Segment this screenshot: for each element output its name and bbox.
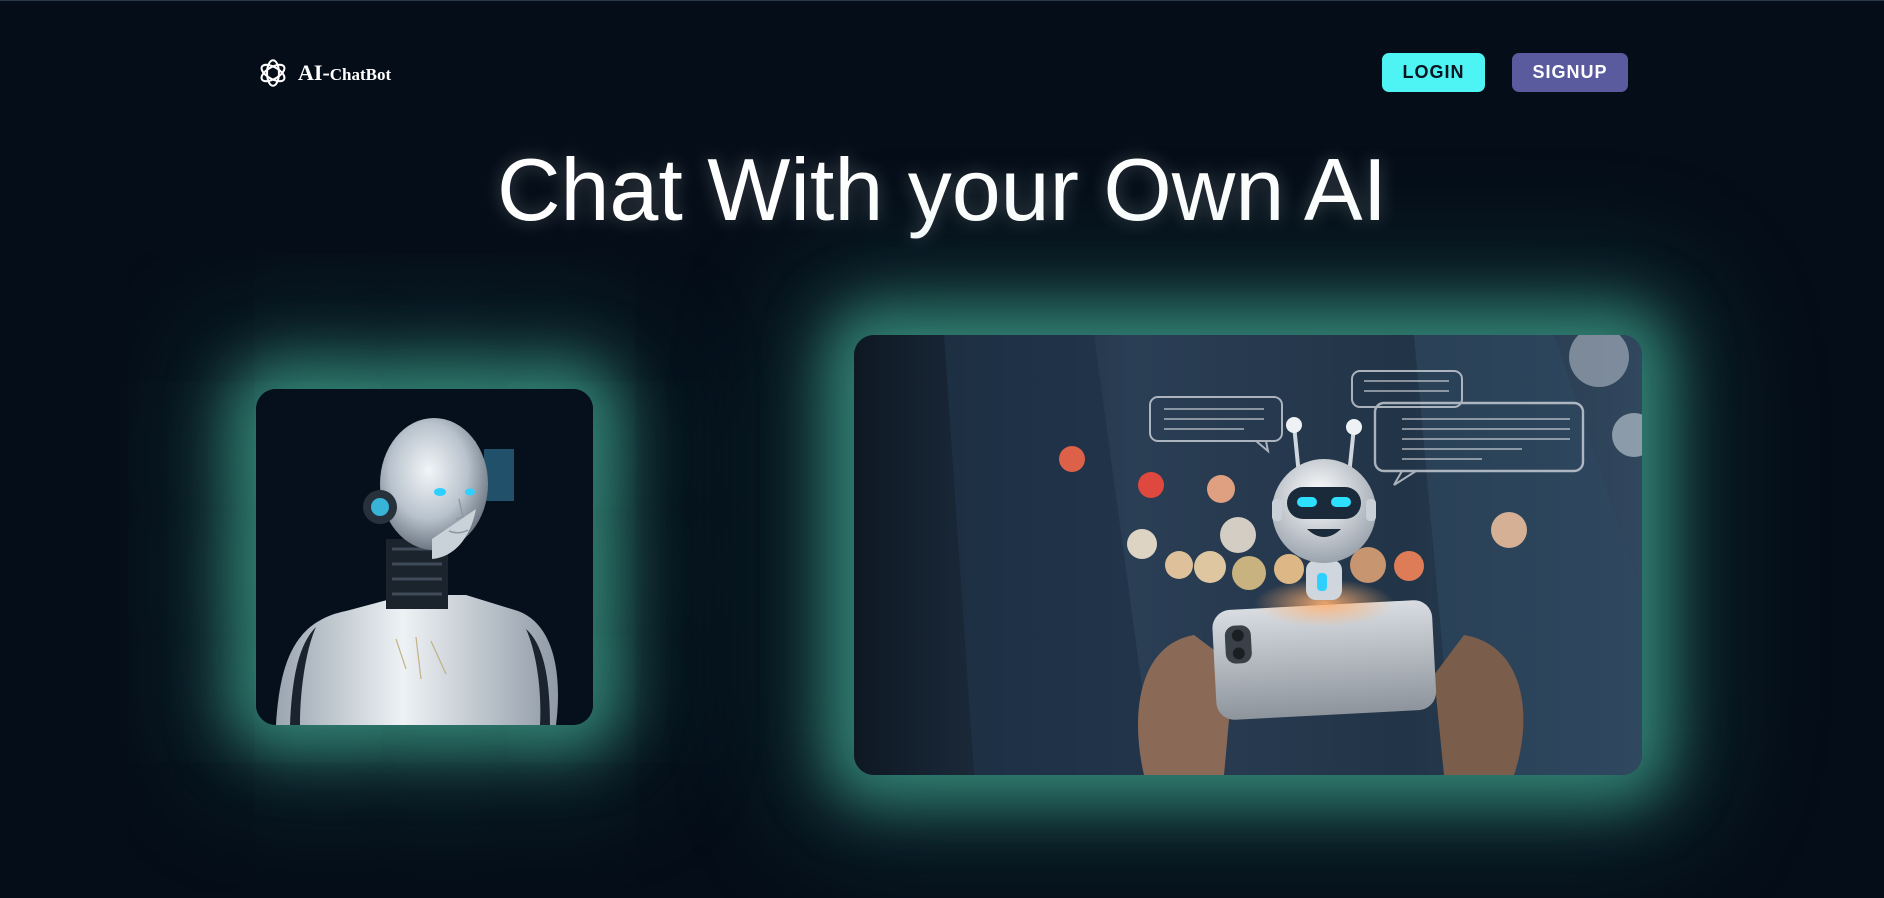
brand-logo[interactable]: AI- ChatBot: [256, 54, 391, 92]
signup-button[interactable]: SIGNUP: [1512, 53, 1628, 92]
brand-name-suffix: ChatBot: [329, 65, 392, 84]
brand-name: AI- ChatBot: [298, 60, 391, 86]
hero-title: Chat With your Own AI: [496, 140, 1388, 239]
chatbot-on-smartphone-image: [854, 335, 1642, 775]
top-border: [0, 0, 1884, 1]
openai-knot-icon: [256, 56, 290, 90]
humanoid-robot-image: [256, 389, 593, 725]
brand-name-prefix: AI-: [298, 60, 330, 85]
login-button[interactable]: LOGIN: [1382, 53, 1485, 92]
